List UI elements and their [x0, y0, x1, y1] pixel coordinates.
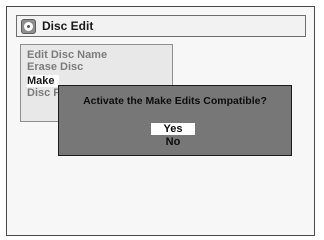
- page-title: Disc Edit: [42, 19, 94, 33]
- menu-item-edit-disc-name[interactable]: Edit Disc Name: [27, 49, 107, 61]
- confirm-dialog: Activate the Make Edits Compatible? Yes …: [58, 85, 292, 156]
- no-button[interactable]: No: [151, 136, 195, 148]
- dialog-question: Activate the Make Edits Compatible?: [83, 95, 267, 107]
- menu-item-make-edits-compatible[interactable]: Make: [27, 75, 59, 87]
- menu-item-disc-protect[interactable]: Disc F: [27, 87, 60, 99]
- disc-hole: [27, 24, 30, 28]
- disc-edit-screen: Disc Edit Edit Disc Name Erase Disc Make…: [6, 6, 315, 236]
- yes-button[interactable]: Yes: [151, 123, 195, 135]
- menu-item-erase-disc[interactable]: Erase Disc: [27, 61, 83, 73]
- title-bar: Disc Edit: [16, 15, 306, 37]
- disc-icon: [21, 18, 36, 34]
